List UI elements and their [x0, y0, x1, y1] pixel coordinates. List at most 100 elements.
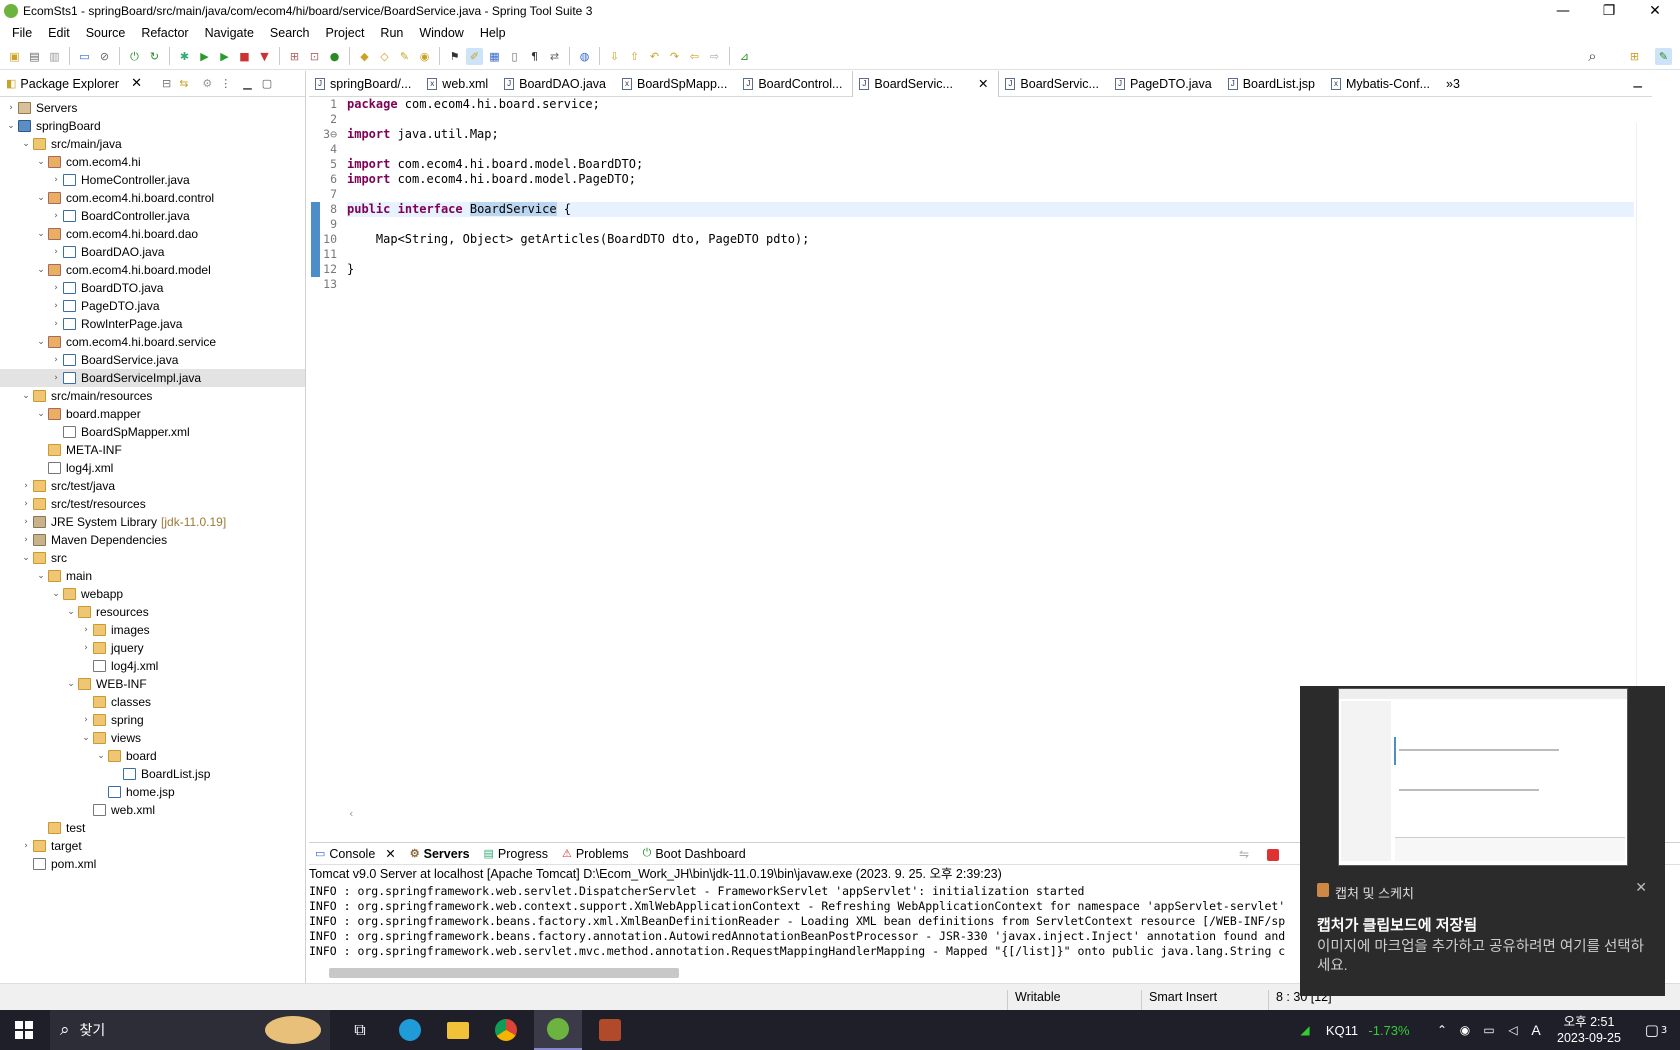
- tree-item[interactable]: ⌄ src/main/resources: [0, 387, 305, 405]
- tree-item[interactable]: ⌄ com.ecom4.hi.board.dao: [0, 225, 305, 243]
- open-resource-icon[interactable]: ◇: [376, 48, 393, 65]
- expand-arrow-icon[interactable]: ⌄: [34, 409, 48, 419]
- tree-item[interactable]: › images: [0, 621, 305, 639]
- close-console-icon[interactable]: ✕: [385, 846, 395, 861]
- collapse-arrow-icon[interactable]: ›: [19, 517, 33, 527]
- tree-item[interactable]: › BoardController.java: [0, 207, 305, 225]
- editor-tab[interactable]: J BoardControl...: [737, 71, 852, 97]
- chrome-icon[interactable]: [486, 1010, 526, 1050]
- maximize-view-icon[interactable]: ▢: [262, 77, 272, 90]
- collapse-arrow-icon[interactable]: ›: [19, 499, 33, 509]
- editor-tab[interactable]: x BoardSpMapp...: [616, 71, 737, 97]
- tree-item[interactable]: › Maven Dependencies: [0, 531, 305, 549]
- expand-arrow-icon[interactable]: ⌄: [34, 571, 48, 581]
- editor-tab[interactable]: JspringBoard/...: [309, 71, 421, 97]
- open-perspective-icon[interactable]: ⊞: [1626, 48, 1643, 65]
- start-button[interactable]: [0, 1010, 48, 1050]
- terminal-icon[interactable]: ▭: [76, 48, 93, 65]
- tab-boot-dashboard[interactable]: ⏻ Boot Dashboard: [643, 847, 746, 861]
- close-tab-icon[interactable]: ✕: [978, 76, 988, 91]
- expand-arrow-icon[interactable]: ⌄: [64, 607, 78, 617]
- skip-breakpoints-icon[interactable]: ⊘: [96, 48, 113, 65]
- menu-refactor[interactable]: Refactor: [133, 26, 196, 40]
- expand-arrow-icon[interactable]: ⌄: [34, 157, 48, 167]
- edge-icon[interactable]: [390, 1010, 430, 1050]
- tree-item[interactable]: ⌄ webapp: [0, 585, 305, 603]
- stop-icon[interactable]: ■: [236, 48, 253, 65]
- collapse-arrow-icon[interactable]: ›: [49, 211, 63, 221]
- tree-item[interactable]: ⌄ board: [0, 747, 305, 765]
- collapse-arrow-icon[interactable]: ›: [49, 247, 63, 257]
- collapse-arrow-icon[interactable]: ›: [49, 319, 63, 329]
- tree-item[interactable]: › jquery: [0, 639, 305, 657]
- expand-arrow-icon[interactable]: ⌄: [34, 337, 48, 347]
- collapse-arrow-icon[interactable]: ›: [49, 373, 63, 383]
- editor-minimize-icon[interactable]: ▁: [1634, 75, 1642, 88]
- menu-navigate[interactable]: Navigate: [197, 26, 262, 40]
- expand-arrow-icon[interactable]: ⌄: [49, 589, 63, 599]
- network-icon[interactable]: ▭: [1478, 1010, 1500, 1050]
- collapse-arrow-icon[interactable]: ›: [79, 643, 93, 653]
- tree-item[interactable]: META-INF: [0, 441, 305, 459]
- tree-item[interactable]: pom.xml: [0, 855, 305, 873]
- forward-edit-icon[interactable]: ↷: [666, 48, 683, 65]
- toggle-highlight-icon[interactable]: ✐: [466, 47, 483, 65]
- tab-servers[interactable]: ⚙ Servers: [410, 847, 470, 861]
- editor-tab[interactable]: J BoardList.jsp: [1222, 71, 1325, 97]
- collapse-arrow-icon[interactable]: ›: [4, 103, 18, 113]
- restart-server-icon[interactable]: ↻: [146, 48, 163, 65]
- menu-run[interactable]: Run: [372, 26, 411, 40]
- editor-tab[interactable]: J PageDTO.java: [1109, 71, 1222, 97]
- tree-item[interactable]: ⌄ com.ecom4.hi.board.control: [0, 189, 305, 207]
- pin-editor-icon[interactable]: ⊿: [736, 48, 753, 65]
- new-java-project-icon[interactable]: ⊞: [286, 48, 303, 65]
- open-task-icon[interactable]: ◉: [416, 48, 433, 65]
- tree-item[interactable]: › target: [0, 837, 305, 855]
- tree-item[interactable]: › spring: [0, 711, 305, 729]
- tree-item[interactable]: › JRE System Library [jdk-11.0.19]: [0, 513, 305, 531]
- save-all-icon[interactable]: ▥: [46, 48, 63, 65]
- forward-icon[interactable]: ⇨: [706, 48, 723, 65]
- show-whitespace-icon[interactable]: ▯: [506, 48, 523, 65]
- tree-item[interactable]: › HomeController.java: [0, 171, 305, 189]
- collapse-arrow-icon[interactable]: ›: [19, 535, 33, 545]
- remove-launch-icon[interactable]: ⇋: [1239, 847, 1249, 861]
- link-with-editor-icon[interactable]: ⇆: [179, 77, 188, 90]
- new-icon[interactable]: ▣: [6, 48, 23, 65]
- spring-tool-suite-taskbar-icon[interactable]: [534, 1010, 582, 1050]
- console-hscroll-thumb[interactable]: [329, 968, 679, 978]
- tree-item[interactable]: ⌄ views: [0, 729, 305, 747]
- terminate-icon[interactable]: [1267, 849, 1279, 861]
- tray-app-icon[interactable]: ◉: [1455, 1010, 1475, 1050]
- collapse-arrow-icon[interactable]: ›: [49, 175, 63, 185]
- back-icon[interactable]: ⇦: [686, 48, 703, 65]
- expand-arrow-icon[interactable]: ⌄: [79, 733, 93, 743]
- tree-item[interactable]: › BoardService.java: [0, 351, 305, 369]
- taskbar-search[interactable]: ⌕ 찾기: [50, 1010, 330, 1050]
- close-view-icon[interactable]: ✕: [131, 76, 142, 91]
- pilcrow-icon[interactable]: ¶: [526, 48, 543, 65]
- collapse-arrow-icon[interactable]: ›: [49, 355, 63, 365]
- tree-item[interactable]: ⌄ src: [0, 549, 305, 567]
- menu-source[interactable]: Source: [78, 26, 134, 40]
- tree-item[interactable]: › PageDTO.java: [0, 297, 305, 315]
- tree-item[interactable]: ⌄ board.mapper: [0, 405, 305, 423]
- toast-close-icon[interactable]: ✕: [1635, 880, 1647, 896]
- search-tool-icon[interactable]: ✎: [396, 48, 413, 65]
- collapse-all-icon[interactable]: ⊟: [162, 77, 171, 90]
- expand-arrow-icon[interactable]: ⌄: [64, 679, 78, 689]
- clock[interactable]: 오후 2:51 2023-09-25: [1548, 1010, 1630, 1050]
- editor-tab[interactable]: J BoardDAO.java: [498, 71, 616, 97]
- file-explorer-icon[interactable]: [438, 1010, 478, 1050]
- run-external-icon[interactable]: ▶: [216, 48, 233, 65]
- search-icon[interactable]: ⌕: [1584, 47, 1601, 65]
- minimize-view-icon[interactable]: ▁: [243, 77, 251, 90]
- collapse-arrow-icon[interactable]: ›: [79, 715, 93, 725]
- debug-icon[interactable]: ✱: [176, 48, 193, 65]
- snip-sketch-notification[interactable]: 캡처 및 스케치 ✕ 캡처가 클립보드에 저장됨 이미지에 마크업을 추가하고 …: [1300, 686, 1665, 996]
- new-package-icon[interactable]: ⊡: [306, 48, 323, 65]
- tree-item[interactable]: › BoardServiceImpl.java: [0, 369, 305, 387]
- expand-arrow-icon[interactable]: ⌄: [19, 391, 33, 401]
- spring-perspective-icon[interactable]: ✎: [1655, 47, 1672, 65]
- tree-item[interactable]: home.jsp: [0, 783, 305, 801]
